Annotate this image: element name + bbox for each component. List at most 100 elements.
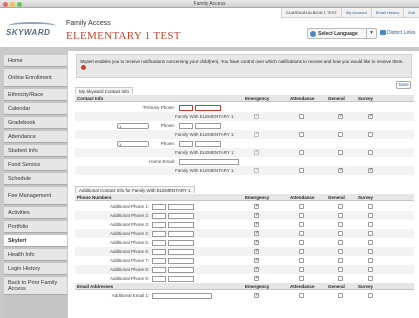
emergency-checkbox[interactable]: ✓ (254, 231, 259, 236)
phone-number-input[interactable] (195, 140, 221, 147)
emergency-checkbox[interactable]: ✓ (254, 258, 259, 263)
additional-phone-number-input[interactable] (168, 275, 194, 282)
sidebar-item-login-history[interactable]: Login History (4, 263, 67, 275)
sidebar-item-gradebook[interactable]: Gradebook (4, 117, 67, 129)
phone-type-select[interactable]: 1 (117, 122, 149, 129)
attendance-checkbox[interactable] (299, 114, 304, 119)
survey-checkbox[interactable] (368, 249, 373, 254)
sidebar-item-calendar[interactable]: Calendar (4, 103, 67, 115)
additional-email-input[interactable] (152, 292, 212, 299)
additional-phone-number-input[interactable] (168, 248, 194, 255)
attendance-checkbox[interactable] (299, 150, 304, 155)
my-account-link[interactable]: My Account (341, 8, 371, 18)
sidebar-item-health-info[interactable]: Health Info (4, 249, 67, 261)
emergency-checkbox[interactable]: ✓ (254, 213, 259, 218)
general-checkbox[interactable] (338, 132, 343, 137)
general-checkbox[interactable] (338, 231, 343, 236)
survey-checkbox[interactable] (368, 132, 373, 137)
general-checkbox[interactable] (338, 267, 343, 272)
additional-phone-number-input[interactable] (168, 230, 194, 237)
emergency-checkbox[interactable]: ✓ (254, 204, 259, 209)
survey-checkbox[interactable]: ✓ (368, 168, 373, 173)
attendance-checkbox[interactable] (299, 276, 304, 281)
survey-checkbox[interactable] (368, 267, 373, 272)
sidebar-item-skylert[interactable]: Skylert (4, 235, 67, 247)
sidebar-item-schedule[interactable]: Schedule (4, 173, 67, 185)
emergency-checkbox[interactable]: ✓ (254, 267, 259, 272)
emergency-checkbox[interactable]: ✓ (254, 249, 259, 254)
survey-checkbox[interactable] (368, 276, 373, 281)
survey-checkbox[interactable] (368, 213, 373, 218)
additional-phone-area-input[interactable] (152, 230, 166, 237)
sidebar-item-home[interactable]: Home (4, 55, 67, 67)
sidebar-item-fee-management[interactable]: Fee Management (4, 187, 67, 205)
attendance-checkbox[interactable] (299, 213, 304, 218)
attendance-checkbox[interactable] (299, 168, 304, 173)
general-checkbox[interactable] (338, 249, 343, 254)
additional-phone-number-input[interactable] (168, 212, 194, 219)
emergency-checkbox[interactable]: ✓ (254, 168, 259, 173)
district-links[interactable]: District Links (380, 30, 415, 36)
sidebar-item-student-info[interactable]: Student Info (4, 145, 67, 157)
attendance-checkbox[interactable] (299, 240, 304, 245)
tab-additional-contact-info[interactable]: Additional Contact Info for Family With … (75, 186, 195, 193)
save-button[interactable]: Save (396, 81, 411, 89)
general-checkbox[interactable] (338, 213, 343, 218)
additional-phone-number-input[interactable] (168, 203, 194, 210)
general-checkbox[interactable] (338, 240, 343, 245)
email-history-link[interactable]: Email History (370, 8, 404, 18)
emergency-checkbox[interactable]: ✓ (254, 293, 259, 298)
attendance-checkbox[interactable] (299, 267, 304, 272)
emergency-checkbox[interactable]: ✓ (254, 222, 259, 227)
additional-phone-area-input[interactable] (152, 221, 166, 228)
sidebar-item-back-to-prior-family-access[interactable]: Back to Prior Family Access (4, 277, 67, 295)
phone-area-input[interactable] (179, 122, 193, 129)
additional-phone-number-input[interactable] (168, 266, 194, 273)
emergency-checkbox[interactable]: ✓ (254, 276, 259, 281)
emergency-checkbox[interactable]: ✓ (254, 150, 259, 155)
sidebar-item-attendance[interactable]: Attendance (4, 131, 67, 143)
general-checkbox[interactable] (338, 293, 343, 298)
general-checkbox[interactable] (338, 204, 343, 209)
general-checkbox[interactable] (338, 276, 343, 281)
additional-phone-number-input[interactable] (168, 221, 194, 228)
additional-phone-number-input[interactable] (168, 257, 194, 264)
general-checkbox[interactable] (338, 222, 343, 227)
survey-checkbox[interactable] (368, 240, 373, 245)
additional-phone-area-input[interactable] (152, 266, 166, 273)
attendance-checkbox[interactable] (299, 293, 304, 298)
primary-phone-area-input[interactable] (179, 104, 193, 111)
sidebar-item-activities[interactable]: Activities (4, 207, 67, 219)
phone-area-input[interactable] (179, 140, 193, 147)
general-checkbox[interactable] (338, 258, 343, 263)
tab-my-skyward-contact-info[interactable]: My Skyward Contact Info (75, 87, 134, 94)
sidebar-item-online-enrollment[interactable]: Online Enrollment (4, 69, 67, 87)
attendance-checkbox[interactable] (299, 249, 304, 254)
survey-checkbox[interactable] (368, 231, 373, 236)
additional-phone-area-input[interactable] (152, 257, 166, 264)
emergency-checkbox[interactable]: ✓ (254, 114, 259, 119)
language-select[interactable]: Select Language ▼ (307, 28, 377, 39)
survey-checkbox[interactable] (368, 293, 373, 298)
survey-checkbox[interactable] (368, 258, 373, 263)
attendance-checkbox[interactable] (299, 258, 304, 263)
additional-phone-area-input[interactable] (152, 239, 166, 246)
general-checkbox[interactable]: ✓ (338, 168, 343, 173)
attendance-checkbox[interactable] (299, 204, 304, 209)
home-email-input[interactable] (179, 158, 239, 165)
emergency-checkbox[interactable]: ✓ (254, 240, 259, 245)
additional-phone-area-input[interactable] (152, 275, 166, 282)
survey-checkbox[interactable] (368, 204, 373, 209)
attendance-checkbox[interactable] (299, 222, 304, 227)
sidebar-item-food-service[interactable]: Food Service (4, 159, 67, 171)
emergency-checkbox[interactable]: ✓ (254, 132, 259, 137)
additional-phone-number-input[interactable] (168, 239, 194, 246)
sidebar-item-portfolio[interactable]: Portfolio (4, 221, 67, 233)
additional-phone-area-input[interactable] (152, 203, 166, 210)
sidebar-item-ethnicity-race[interactable]: Ethnicity/Race (4, 89, 67, 101)
survey-checkbox[interactable] (368, 150, 373, 155)
phone-number-input[interactable] (195, 122, 221, 129)
exit-link[interactable]: Exit (403, 8, 419, 18)
survey-checkbox[interactable]: ✓ (368, 114, 373, 119)
attendance-checkbox[interactable] (299, 132, 304, 137)
